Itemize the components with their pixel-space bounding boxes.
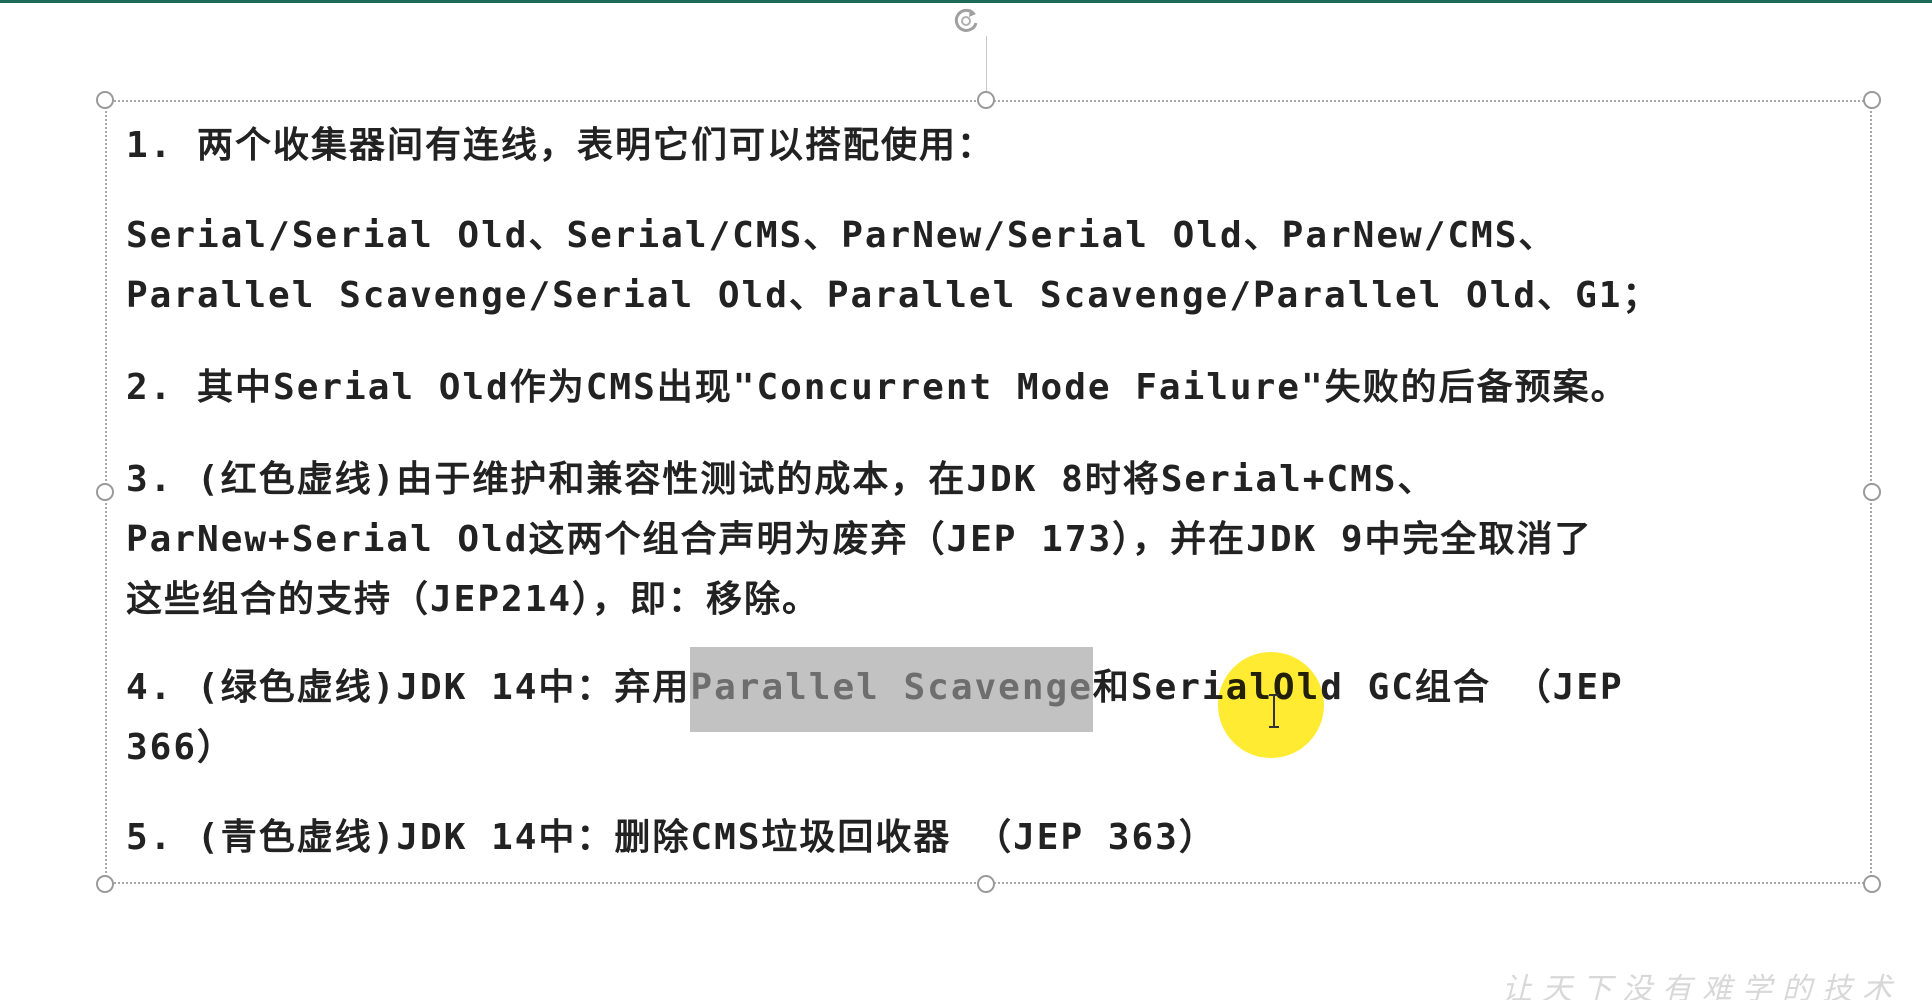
resize-handle-bottom-left[interactable] (96, 875, 114, 893)
point-3-line-1: 3. (红色虚线)由于维护和兼容性测试的成本，在JDK 8时将Serial+CM… (126, 459, 1436, 500)
point-3-line-3: 这些组合的支持（JEP214），即：移除。 (126, 579, 821, 620)
watermark: 让天下没有难学的技术 (1502, 972, 1902, 1000)
resize-handle-top-right[interactable] (1863, 91, 1881, 109)
resize-handle-bottom-right[interactable] (1863, 875, 1881, 893)
rotate-handle-stem (986, 36, 987, 98)
point-4-text-after: 和SerialOld GC组合 （JEP (1092, 667, 1624, 708)
point-4-text-before: 4. (绿色虚线)JDK 14中：弃用 (126, 667, 691, 708)
rotate-handle-icon[interactable] (951, 6, 981, 36)
point-2: 2. 其中Serial Old作为CMS出现"Concurrent Mode F… (126, 358, 1826, 418)
resize-handle-middle-right[interactable] (1863, 483, 1881, 501)
point-3: 3. (红色虚线)由于维护和兼容性测试的成本，在JDK 8时将Serial+CM… (126, 450, 1826, 630)
point-1: 1. 两个收集器间有连线，表明它们可以搭配使用： (126, 116, 1826, 176)
resize-handle-top-center[interactable] (977, 91, 995, 109)
point-5: 5. (青色虚线)JDK 14中：删除CMS垃圾回收器 （JEP 363） (126, 808, 1826, 868)
point-1-line-1: 1. 两个收集器间有连线，表明它们可以搭配使用： (126, 125, 996, 166)
selected-text[interactable]: Parallel Scavenge (690, 647, 1093, 732)
combinations-line-2: Parallel Scavenge/Serial Old、Parallel Sc… (126, 275, 1661, 316)
resize-handle-bottom-center[interactable] (977, 875, 995, 893)
point-3-line-2: ParNew+Serial Old这两个组合声明为废弃（JEP 173），并在J… (126, 519, 1593, 560)
point-2-line-1: 2. 其中Serial Old作为CMS出现"Concurrent Mode F… (126, 367, 1629, 408)
point-4: 4. (绿色虚线)JDK 14中：弃用Parallel Scavenge和Ser… (126, 647, 1826, 778)
combinations-line-1: Serial/Serial Old、Serial/CMS、ParNew/Seri… (126, 215, 1557, 256)
collector-combinations: Serial/Serial Old、Serial/CMS、ParNew/Seri… (126, 206, 1826, 326)
point-4-line-1: 4. (绿色虚线)JDK 14中：弃用Parallel Scavenge和Ser… (126, 647, 1826, 732)
resize-handle-middle-left[interactable] (96, 483, 114, 501)
point-5-line-1: 5. (青色虚线)JDK 14中：删除CMS垃圾回收器 （JEP 363） (126, 817, 1217, 858)
window-top-bar (0, 0, 1932, 3)
text-cursor-icon (1269, 694, 1279, 728)
resize-handle-top-left[interactable] (96, 91, 114, 109)
